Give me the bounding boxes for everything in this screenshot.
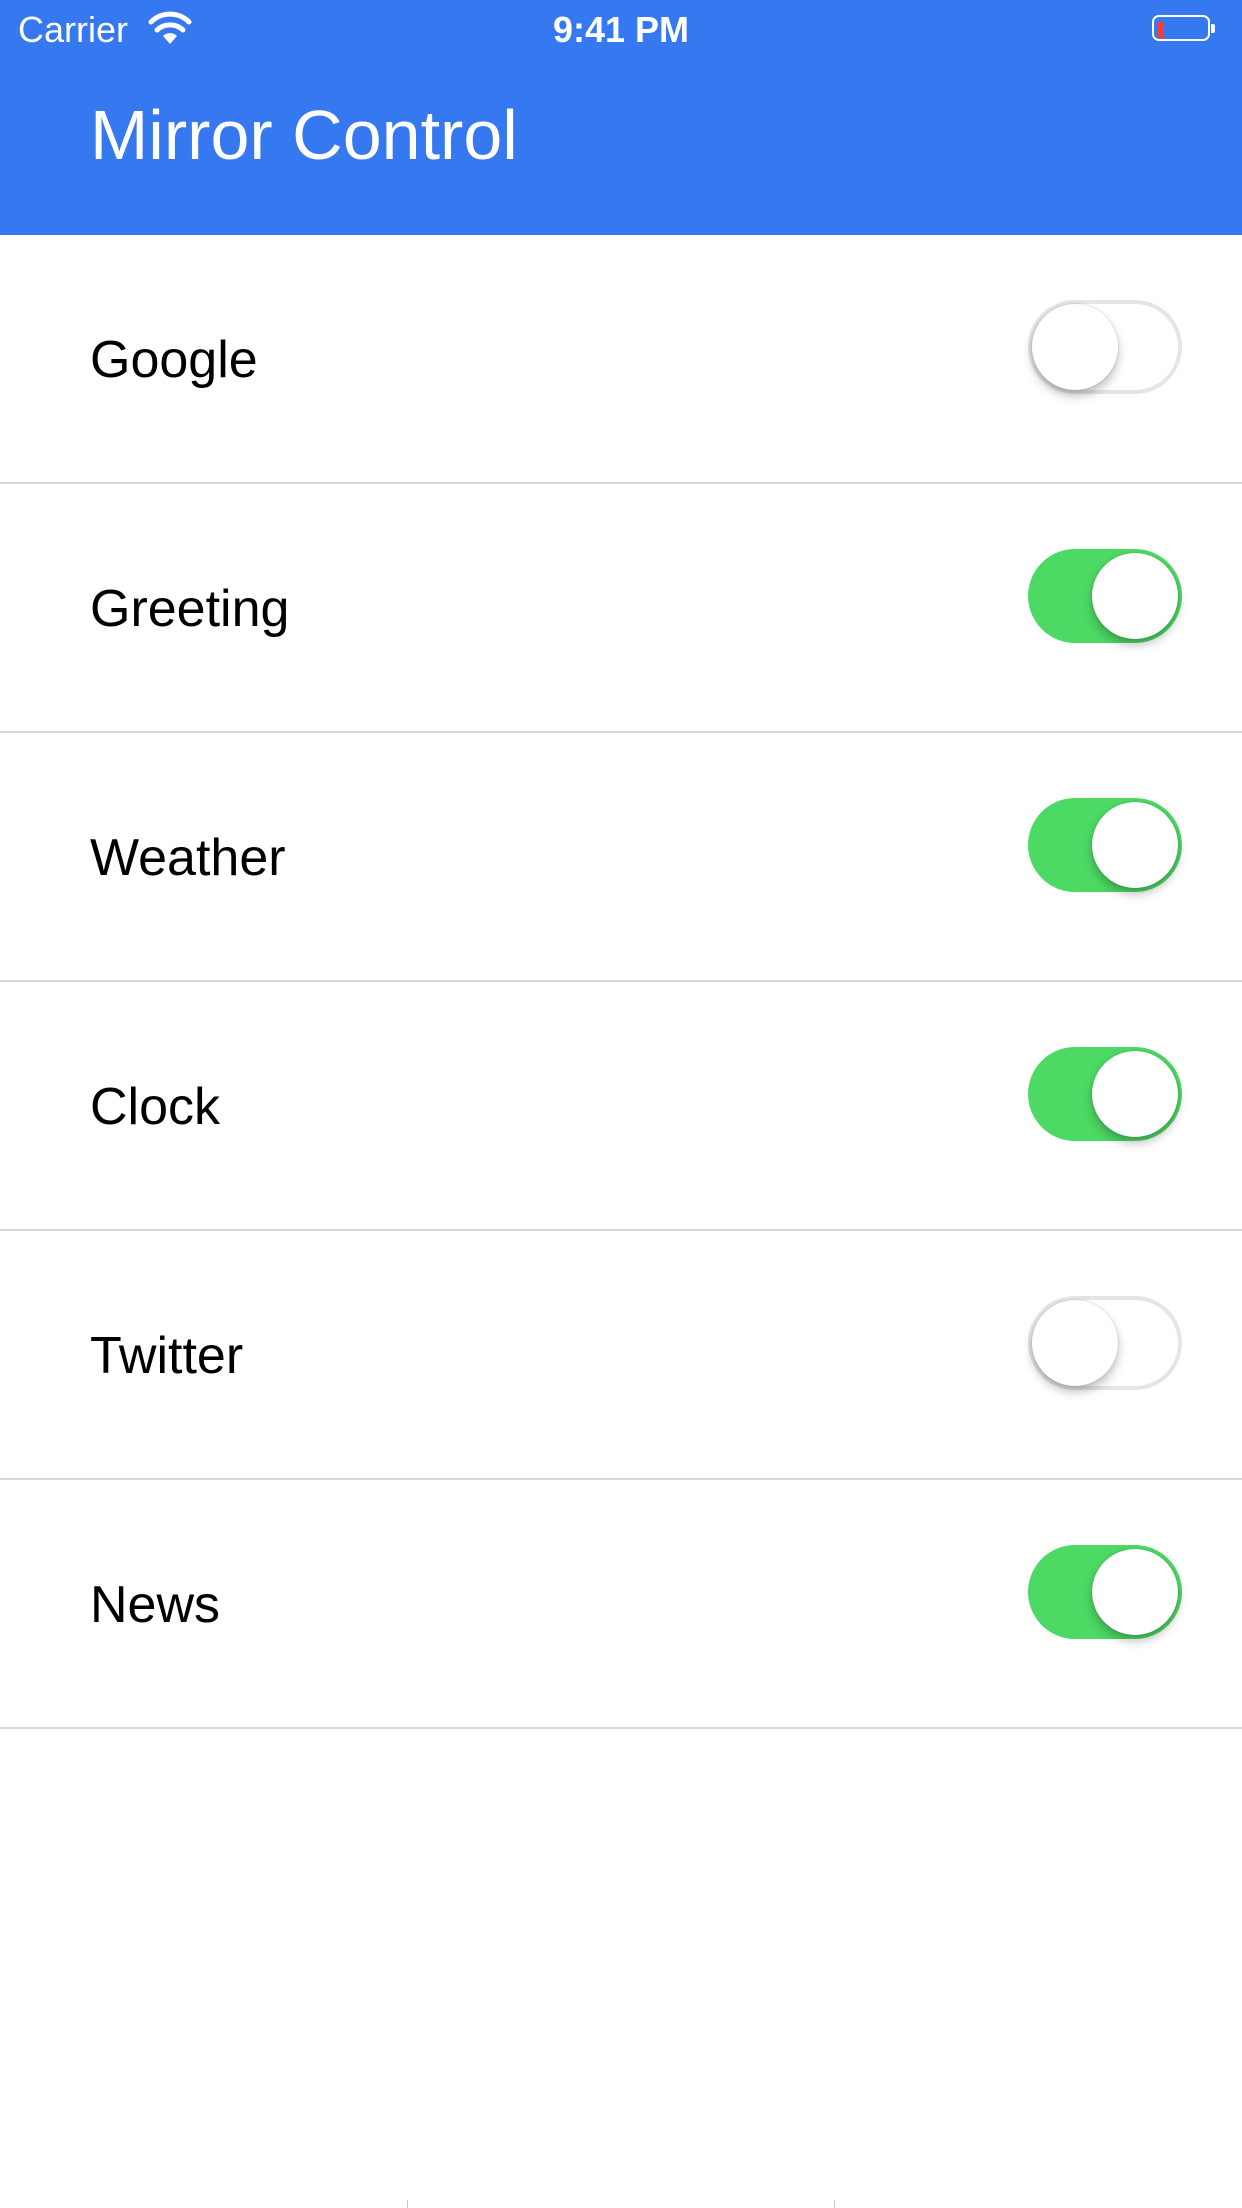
toggle-news[interactable] — [1028, 1545, 1182, 1639]
toggle-clock[interactable] — [1028, 1047, 1182, 1141]
toggle-weather[interactable] — [1028, 798, 1182, 892]
setting-label-twitter: Twitter — [90, 1327, 244, 1385]
toggle-knob — [1092, 1549, 1178, 1635]
toggle-greeting[interactable] — [1028, 549, 1182, 643]
header: Carrier 9:41 PM Mirror Control — [0, 0, 1242, 235]
setting-row-weather: Weather — [0, 733, 1242, 982]
toggle-knob — [1092, 1051, 1178, 1137]
toggle-google[interactable] — [1028, 300, 1182, 394]
battery-icon — [1152, 15, 1216, 45]
setting-row-news: News — [0, 1480, 1242, 1729]
bottom-divider-tick — [834, 2200, 835, 2208]
battery-tip — [1211, 24, 1215, 33]
setting-label-google: Google — [90, 331, 258, 389]
setting-row-google: Google — [0, 235, 1242, 484]
setting-row-greeting: Greeting — [0, 484, 1242, 733]
battery-level-fill — [1158, 21, 1164, 39]
battery-body — [1152, 15, 1210, 41]
bottom-divider-tick — [407, 2200, 408, 2208]
setting-label-weather: Weather — [90, 829, 286, 887]
setting-row-clock: Clock — [0, 982, 1242, 1231]
setting-row-twitter: Twitter — [0, 1231, 1242, 1480]
status-time: 9:41 PM — [552, 9, 690, 50]
mirror-control-screen: Carrier 9:41 PM Mirror Control Google Gr… — [0, 0, 1242, 2208]
toggle-knob — [1092, 802, 1178, 888]
settings-list: Google Greeting Weather Clock Twitter Ne… — [0, 235, 1242, 1729]
setting-label-greeting: Greeting — [90, 580, 290, 638]
page-title: Mirror Control — [90, 96, 518, 174]
toggle-knob — [1092, 553, 1178, 639]
setting-label-clock: Clock — [90, 1078, 221, 1136]
toggle-knob — [1032, 1300, 1118, 1386]
toggle-twitter[interactable] — [1028, 1296, 1182, 1390]
setting-label-news: News — [90, 1576, 221, 1634]
status-bar: Carrier 9:41 PM — [0, 0, 1242, 60]
toggle-knob — [1032, 304, 1118, 390]
